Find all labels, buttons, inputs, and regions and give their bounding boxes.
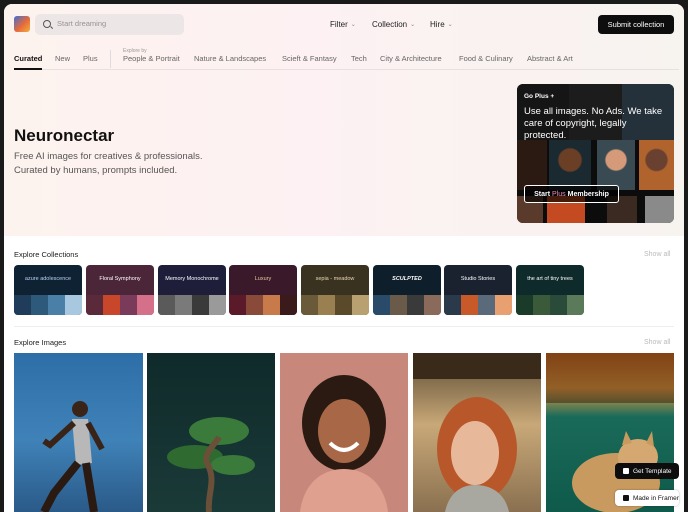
tab-food-culinary[interactable]: Food & Culinary [459, 54, 513, 63]
collection-title: Floral Symphony [99, 276, 141, 282]
portrait-thumbnail [549, 140, 591, 190]
collections-show-all-link[interactable]: Show all [644, 251, 670, 258]
collection-thumbnails [158, 295, 226, 315]
collection-card[interactable]: azure adolescence [14, 265, 82, 315]
nav-hire-label: Hire [430, 20, 445, 29]
tab-scifi-fantasy[interactable]: Scieft & Fantasy [282, 54, 337, 63]
collection-title: sepia - meadow [315, 276, 355, 282]
nav-filter[interactable]: Filter ⌄ [330, 20, 356, 29]
tab-divider [110, 50, 111, 68]
search-input[interactable]: Start dreaming [35, 14, 184, 35]
tab-abstract-art[interactable]: Abstract & Art [527, 54, 573, 63]
collection-title: SCULPTED [392, 276, 422, 282]
collection-title: the art of tiny trees [527, 276, 573, 282]
page-title: Neuronectar [14, 126, 115, 145]
collection-card[interactable]: Luxury [229, 265, 297, 315]
collection-card[interactable]: Studio Stories [444, 265, 512, 315]
runner-illustration [40, 401, 105, 512]
cta-accent: Plus [552, 190, 566, 198]
nav-hire[interactable]: Hire ⌄ [430, 20, 453, 29]
portrait-illustration [413, 353, 541, 512]
submit-collection-button[interactable]: Submit collection [598, 15, 674, 34]
plus-membership-card[interactable]: Go Plus + Use all images. No Ads. We tak… [517, 84, 674, 223]
tab-plus[interactable]: Plus [83, 54, 98, 63]
tab-new[interactable]: New [55, 54, 70, 63]
portrait-thumbnail [639, 140, 674, 190]
collection-title: Memory Monochrome [165, 276, 219, 282]
collection-thumbnails [301, 295, 369, 315]
search-icon [43, 20, 51, 28]
hero-subtitle-line: Curated by humans, prompts included. [14, 165, 178, 176]
plus-card-headline: Use all images. No Ads. We take care of … [524, 106, 663, 141]
collection-thumbnails [14, 295, 82, 315]
tabs-divider [14, 69, 679, 70]
collection-title: Studio Stories [460, 276, 496, 282]
image-card-cat[interactable] [546, 353, 674, 512]
image-card-bonsai[interactable] [147, 353, 275, 512]
image-card-redhead-woman[interactable] [413, 353, 541, 512]
collection-thumbnails [373, 295, 441, 315]
search-placeholder: Start dreaming [57, 19, 107, 28]
start-plus-membership-button[interactable]: Start Plus Membership [524, 185, 619, 203]
chevron-down-icon: ⌄ [350, 22, 356, 28]
page-frame: Start dreaming Filter ⌄ Collection ⌄ Hire ⌄… [4, 4, 684, 512]
plus-card-tag: Go Plus + [524, 93, 555, 100]
collection-thumbnails [229, 295, 297, 315]
collection-card[interactable]: sepia - meadow [301, 265, 369, 315]
image-card-smiling-woman[interactable] [280, 353, 408, 512]
tab-curated[interactable]: Curated [14, 54, 42, 63]
images-show-all-link[interactable]: Show all [644, 339, 670, 346]
collection-card[interactable]: Floral Symphony [86, 265, 154, 315]
logo-icon[interactable] [14, 16, 30, 32]
tab-nature-landscapes[interactable]: Nature & Landscapes [194, 54, 266, 63]
collection-title: Luxury [254, 276, 272, 282]
portrait-illustration [300, 375, 388, 512]
portrait-thumbnail [597, 140, 635, 190]
collection-title: azure adolescence [24, 276, 72, 282]
chevron-down-icon: ⌄ [410, 22, 416, 28]
framer-icon [623, 495, 629, 501]
framer-icon [623, 468, 629, 474]
section-divider [14, 326, 674, 327]
get-template-button[interactable]: Get Template [615, 463, 679, 479]
collection-thumbnails [444, 295, 512, 315]
images-section-title: Explore Images [14, 338, 67, 347]
collection-thumbnails [516, 295, 584, 315]
nav-collection-label: Collection [372, 20, 408, 29]
active-tab-indicator [14, 68, 42, 70]
hero-subtitle-line: Free AI images for creatives & professio… [14, 151, 203, 162]
tab-tech[interactable]: Tech [351, 54, 367, 63]
portrait-thumbnail [645, 196, 674, 223]
hero-subtitle: Free AI images for creatives & professio… [14, 150, 274, 178]
bonsai-illustration [167, 417, 255, 512]
nav-filter-label: Filter [330, 20, 348, 29]
cta-suffix: Membership [567, 190, 609, 198]
collection-card[interactable]: Memory Monochrome [158, 265, 226, 315]
tab-city-architecture[interactable]: City & Architecture [380, 54, 442, 63]
image-card-runner[interactable] [14, 353, 143, 512]
portrait-thumbnail [517, 140, 547, 190]
collection-card[interactable]: the art of tiny trees [516, 265, 584, 315]
tab-people-portrait[interactable]: People & Portrait [123, 54, 180, 63]
collection-card[interactable]: SCULPTED [373, 265, 441, 315]
made-in-framer-badge[interactable]: Made in Framer [615, 490, 679, 506]
collection-thumbnails [86, 295, 154, 315]
get-template-label: Get Template [633, 467, 672, 475]
chevron-down-icon: ⌄ [447, 22, 453, 28]
cat-illustration [546, 353, 674, 512]
made-in-framer-label: Made in Framer [633, 494, 679, 502]
collections-section-title: Explore Collections [14, 250, 79, 259]
nav-collection[interactable]: Collection ⌄ [372, 20, 415, 29]
cta-prefix: Start [534, 190, 551, 198]
